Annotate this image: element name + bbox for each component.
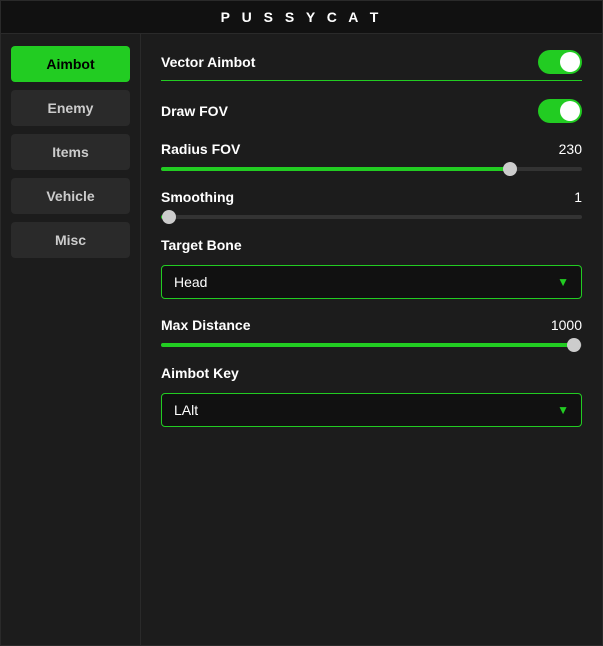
title-bar: P U S S Y C A T	[1, 1, 602, 34]
smoothing-row: Smoothing 1	[161, 189, 582, 219]
aimbot-key-selected: LAlt	[174, 402, 198, 418]
aimbot-key-dropdown[interactable]: LAlt ▼	[161, 393, 582, 427]
radius-fov-row: Radius FOV 230	[161, 141, 582, 171]
target-bone-dropdown[interactable]: Head ▼	[161, 265, 582, 299]
toggle-knob-2	[560, 101, 580, 121]
app-container: P U S S Y C A T Aimbot Enemy Items Vehic…	[0, 0, 603, 646]
dropdown-arrow-icon-2: ▼	[557, 403, 569, 417]
toggle-knob	[560, 52, 580, 72]
dropdown-arrow-icon: ▼	[557, 275, 569, 289]
radius-fov-fill	[161, 167, 510, 171]
sidebar-item-aimbot[interactable]: Aimbot	[11, 46, 130, 82]
smoothing-thumb[interactable]	[162, 210, 176, 224]
vector-aimbot-label: Vector Aimbot	[161, 54, 255, 70]
aimbot-key-row: Aimbot Key LAlt ▼	[161, 365, 582, 427]
target-bone-row: Target Bone Head ▼	[161, 237, 582, 299]
max-distance-label: Max Distance	[161, 317, 250, 333]
radius-fov-value: 230	[559, 141, 582, 157]
smoothing-value: 1	[574, 189, 582, 205]
target-bone-selected: Head	[174, 274, 207, 290]
sidebar-item-vehicle[interactable]: Vehicle	[11, 178, 130, 214]
max-distance-thumb[interactable]	[567, 338, 581, 352]
sidebar-item-misc[interactable]: Misc	[11, 222, 130, 258]
divider-1	[161, 80, 582, 81]
sidebar: Aimbot Enemy Items Vehicle Misc	[1, 34, 141, 645]
draw-fov-toggle[interactable]	[538, 99, 582, 123]
max-distance-slider[interactable]	[161, 343, 582, 347]
radius-fov-slider[interactable]	[161, 167, 582, 171]
sidebar-item-items[interactable]: Items	[11, 134, 130, 170]
sidebar-item-enemy[interactable]: Enemy	[11, 90, 130, 126]
draw-fov-label: Draw FOV	[161, 103, 228, 119]
aimbot-key-label: Aimbot Key	[161, 365, 582, 381]
radius-fov-thumb[interactable]	[503, 162, 517, 176]
vector-aimbot-toggle[interactable]	[538, 50, 582, 74]
content-panel: Vector Aimbot Draw FOV	[141, 34, 602, 645]
radius-fov-label: Radius FOV	[161, 141, 240, 157]
smoothing-slider[interactable]	[161, 215, 582, 219]
smoothing-label: Smoothing	[161, 189, 234, 205]
app-title: P U S S Y C A T	[221, 9, 383, 25]
draw-fov-row: Draw FOV	[161, 99, 582, 123]
main-content: Aimbot Enemy Items Vehicle Misc Vector A…	[1, 34, 602, 645]
max-distance-fill	[161, 343, 574, 347]
max-distance-value: 1000	[551, 317, 582, 333]
target-bone-label: Target Bone	[161, 237, 582, 253]
vector-aimbot-row: Vector Aimbot	[161, 50, 582, 81]
max-distance-row: Max Distance 1000	[161, 317, 582, 347]
